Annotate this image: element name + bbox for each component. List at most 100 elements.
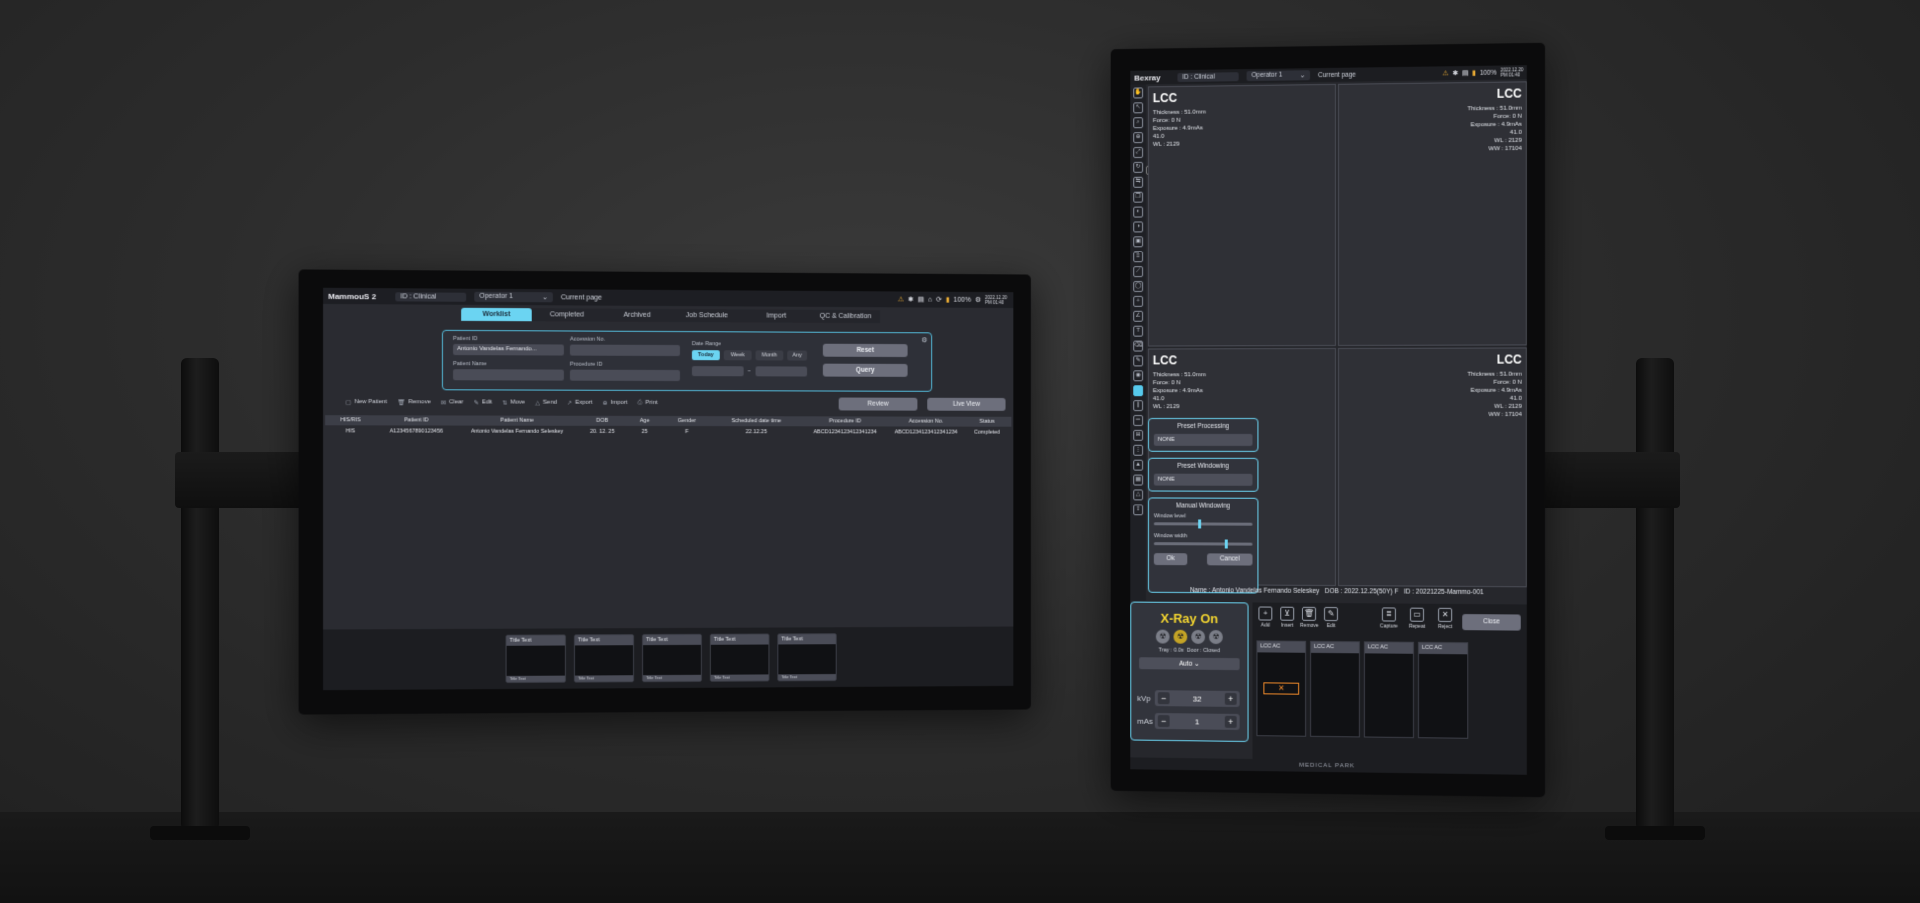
- operator-dropdown[interactable]: Operator 1 ⌄: [474, 291, 553, 303]
- eraser-icon[interactable]: ⌫: [1133, 340, 1144, 352]
- clear-button[interactable]: ⊠ Clear: [441, 399, 464, 406]
- image-viewport[interactable]: LCC Thickness : 51.0mm Force: 0 N Exposu…: [1337, 347, 1527, 588]
- col-his-ris[interactable]: HIS/RIS: [325, 417, 376, 423]
- window-width-slider[interactable]: [1153, 539, 1253, 549]
- text-icon[interactable]: T: [1133, 325, 1144, 337]
- procedure-id-input[interactable]: [569, 369, 680, 382]
- layout-1x1-icon[interactable]: [1133, 385, 1144, 397]
- id-selector[interactable]: ID : Clinical: [395, 291, 467, 302]
- import-button[interactable]: ⊕ Import: [602, 399, 627, 407]
- edit-button[interactable]: ✎ Edit: [474, 399, 493, 406]
- date-week-button[interactable]: Week: [723, 350, 752, 361]
- col-procedure-id[interactable]: Procedure ID: [801, 418, 890, 424]
- chart-icon[interactable]: ▦: [1133, 474, 1144, 486]
- thumbnail[interactable]: Title Text Title Text: [709, 633, 770, 682]
- repeat-button[interactable]: ▭ Repeat: [1408, 607, 1426, 630]
- query-button[interactable]: Query: [822, 363, 908, 377]
- col-status[interactable]: Status: [963, 419, 1012, 425]
- thumbnail[interactable]: Title Text Title Text: [777, 633, 837, 682]
- review-button[interactable]: Review: [838, 397, 918, 411]
- invert-icon[interactable]: ◑: [1133, 221, 1144, 233]
- patient-name-input[interactable]: [453, 369, 564, 381]
- mode-select[interactable]: Auto ⌄: [1139, 657, 1240, 671]
- acquisition-thumbnail[interactable]: LCC AC: [1417, 641, 1469, 739]
- send-button[interactable]: △ Send: [535, 399, 557, 407]
- layout-1x2-icon[interactable]: ∥: [1133, 400, 1144, 412]
- col-scheduled[interactable]: Scheduled date time: [712, 418, 801, 424]
- insert-button[interactable]: ⊻ Insert: [1278, 606, 1296, 629]
- edit-button[interactable]: ✎ Edit: [1322, 606, 1340, 629]
- acquisition-thumbnail[interactable]: LCC AC: [1363, 641, 1414, 739]
- col-dob[interactable]: DOB: [577, 418, 627, 424]
- date-any-button[interactable]: Any: [787, 350, 808, 361]
- col-accession[interactable]: Accession No.: [889, 419, 962, 425]
- kvp-minus-button[interactable]: −: [1157, 692, 1170, 705]
- angle-icon[interactable]: ∠: [1133, 310, 1144, 322]
- thumbnail[interactable]: Title Text Title Text: [573, 634, 635, 683]
- reject-button[interactable]: ✕ Reject: [1436, 607, 1454, 630]
- accession-input[interactable]: [569, 344, 680, 357]
- zoom-icon[interactable]: ⌕: [1133, 117, 1144, 129]
- image-icon[interactable]: ▣: [1133, 236, 1144, 248]
- pen-icon[interactable]: ✎: [1133, 355, 1144, 367]
- tab-archived[interactable]: Archived: [602, 308, 672, 323]
- window-level-knob[interactable]: [1198, 519, 1202, 529]
- flip-icon[interactable]: ⇋: [1133, 176, 1144, 188]
- id-selector[interactable]: ID : Clinical: [1177, 71, 1239, 82]
- add-button[interactable]: + Add: [1256, 606, 1274, 629]
- date-month-button[interactable]: Month: [755, 350, 784, 361]
- close-icon[interactable]: ✕: [1263, 682, 1300, 695]
- live-view-button[interactable]: Live View: [927, 397, 1006, 411]
- mas-minus-button[interactable]: −: [1157, 715, 1170, 728]
- patient-id-input[interactable]: Antonio Vandelas Fernando...: [453, 343, 564, 356]
- ellipse-icon[interactable]: ◯: [1133, 281, 1144, 292]
- settings-icon[interactable]: ⚙: [921, 336, 927, 344]
- remove-button[interactable]: 🗑 Remove: [397, 399, 430, 406]
- table-row[interactable]: HIS A1234567890123456 Antonio Vandelas F…: [325, 426, 1011, 437]
- window-level-slider[interactable]: [1153, 519, 1253, 529]
- tab-worklist[interactable]: Worklist: [461, 307, 532, 322]
- thumbnail[interactable]: Title Text Title Text: [642, 633, 702, 683]
- preset-windowing-select[interactable]: NONE: [1153, 473, 1253, 486]
- warning-icon[interactable]: △: [1133, 489, 1144, 501]
- thumbnail[interactable]: Title Text Title Text: [505, 634, 566, 683]
- acquisition-thumbnail[interactable]: LCC AC ✕: [1256, 640, 1307, 737]
- capture-button[interactable]: ⌗ Capture: [1380, 607, 1398, 630]
- histogram-icon[interactable]: ▲: [1133, 459, 1144, 471]
- ruler-icon[interactable]: ⟋: [1133, 266, 1144, 278]
- tab-qc-calibration[interactable]: QC & Calibration: [811, 309, 881, 324]
- col-gender[interactable]: Gender: [662, 418, 712, 424]
- col-patient-name[interactable]: Patient Name: [457, 418, 578, 424]
- date-to-input[interactable]: [755, 366, 808, 377]
- mas-plus-button[interactable]: +: [1224, 715, 1237, 728]
- print-button[interactable]: ⎙ Print: [638, 399, 658, 406]
- reset-button[interactable]: Reset: [822, 343, 908, 358]
- fit-icon[interactable]: ⤢: [1133, 147, 1144, 159]
- close-button[interactable]: Close: [1462, 614, 1521, 631]
- layout-2x1-icon[interactable]: ═: [1133, 415, 1144, 426]
- move-button[interactable]: ⇅ Move: [502, 399, 525, 407]
- image-viewport[interactable]: LCC Thickness : 51.0mm Force: 0 N Exposu…: [1337, 81, 1527, 346]
- copy-icon[interactable]: ❐: [1133, 191, 1144, 203]
- operator-dropdown[interactable]: Operator 1 ⌄: [1246, 70, 1311, 82]
- tab-job-schedule[interactable]: Job Schedule: [671, 309, 742, 323]
- tab-completed[interactable]: Completed: [531, 308, 603, 322]
- eye-icon[interactable]: ◉: [1133, 370, 1144, 382]
- export-icon[interactable]: ⇪: [1133, 504, 1144, 516]
- magnifier-icon[interactable]: ⊕: [1133, 132, 1144, 144]
- col-patient-id[interactable]: Patient ID: [376, 417, 457, 423]
- new-patient-button[interactable]: ▢ New Patient: [345, 399, 387, 406]
- preset-processing-select[interactable]: NONE: [1153, 433, 1253, 446]
- date-today-button[interactable]: Today: [691, 350, 720, 361]
- layout-2x2-icon[interactable]: ⊞: [1133, 429, 1144, 441]
- cancel-button[interactable]: Cancel: [1207, 553, 1253, 566]
- col-age[interactable]: Age: [627, 418, 662, 424]
- pointer-icon[interactable]: ↖: [1133, 102, 1144, 114]
- list-icon[interactable]: ≡: [1133, 251, 1144, 263]
- rotate-icon[interactable]: ↻: [1133, 161, 1144, 173]
- crop-icon[interactable]: ⌗: [1133, 295, 1144, 307]
- settings-icon[interactable]: ⚙: [975, 296, 981, 304]
- ok-button[interactable]: Ok: [1153, 553, 1188, 566]
- image-viewport[interactable]: LCC Thickness : 51.0mm Force: 0 N Exposu…: [1147, 83, 1336, 347]
- hand-icon[interactable]: ✋: [1133, 87, 1144, 99]
